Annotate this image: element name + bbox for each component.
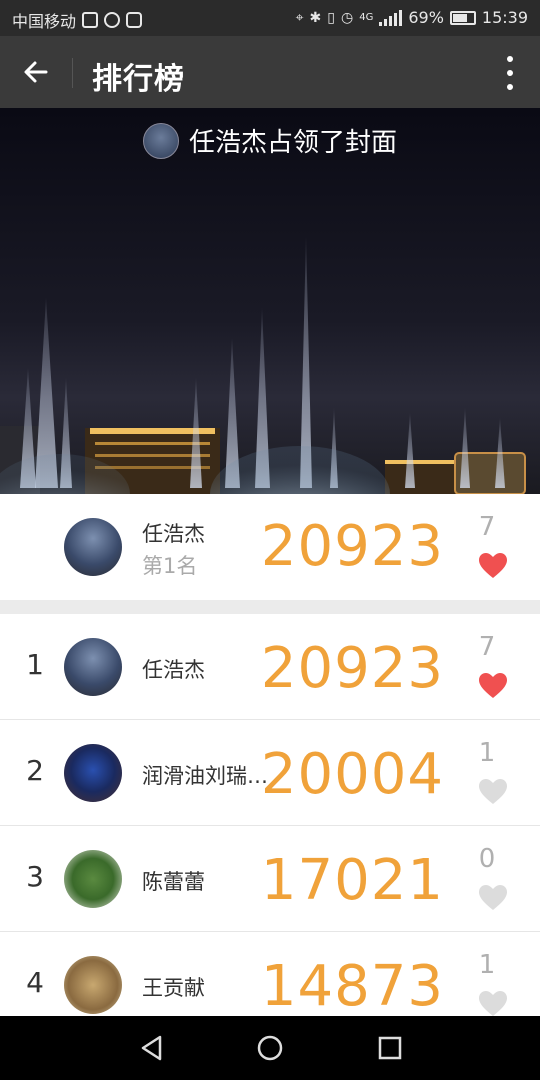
user-name: 任浩杰 (142, 658, 205, 682)
app-icon (126, 12, 143, 28)
step-count: 20004 (260, 742, 444, 807)
avatar (64, 744, 122, 802)
rank-label: 第1名 (142, 554, 198, 578)
more-vertical-icon (507, 56, 513, 62)
status-bar: 中国移动 ⌖ ✱ ▯ ◷ 4G 69% 15:39 (0, 0, 540, 36)
fountain-night-scene (0, 236, 526, 494)
app-header: 排行榜 (0, 36, 540, 108)
my-ranking-card[interactable]: 任浩杰 第1名 20923 7 (0, 494, 540, 600)
clock: 15:39 (481, 8, 528, 27)
network-label: 4G (359, 12, 374, 23)
avatar (64, 956, 122, 1014)
step-count: 20923 (260, 514, 444, 579)
like-count: 7 (478, 512, 496, 542)
step-count: 20923 (260, 636, 444, 701)
nav-recents-icon[interactable] (376, 1034, 404, 1062)
like-count: 1 (478, 950, 496, 980)
vibrate-icon: ▯ (327, 9, 335, 26)
signal-icon (379, 9, 403, 26)
heart-icon[interactable] (478, 552, 508, 580)
rank-number: 4 (26, 966, 44, 999)
cover-caption: 任浩杰占领了封面 (0, 122, 540, 159)
avatar (64, 638, 122, 696)
like-count: 7 (478, 632, 496, 662)
location-icon: ⌖ (295, 9, 304, 26)
step-count: 14873 (260, 954, 444, 1019)
heart-icon[interactable] (478, 672, 508, 700)
carrier-label: 中国移动 (12, 12, 77, 31)
battery-icon (449, 10, 476, 25)
heart-icon[interactable] (478, 778, 508, 806)
arrow-left-icon (24, 61, 48, 83)
cover-image[interactable]: 任浩杰占领了封面 (0, 108, 540, 494)
nav-back-icon[interactable] (138, 1034, 166, 1062)
rank-number: 2 (26, 754, 44, 787)
rank-number: 3 (26, 860, 44, 893)
heart-icon[interactable] (478, 884, 508, 912)
heart-icon[interactable] (478, 990, 508, 1018)
wechat-icon (104, 12, 121, 28)
section-divider (0, 600, 540, 614)
activity-icon (82, 12, 99, 28)
system-nav-bar (0, 1016, 540, 1080)
title-divider (72, 58, 73, 88)
ranking-row[interactable]: 1 任浩杰 20923 7 (0, 614, 540, 720)
rank-number: 1 (26, 648, 44, 681)
user-name: 王贡献 (142, 976, 205, 1000)
like-count: 0 (478, 844, 496, 874)
bluetooth-icon: ✱ (309, 9, 322, 26)
like-count: 1 (478, 738, 496, 768)
user-name: 润滑油刘瑞… (142, 764, 268, 788)
avatar (64, 518, 122, 576)
ranking-row[interactable]: 3 陈蕾蕾 17021 0 (0, 826, 540, 932)
user-name: 陈蕾蕾 (142, 870, 205, 894)
step-count: 17021 (260, 848, 444, 913)
avatar (142, 122, 179, 159)
ranking-row[interactable]: 2 润滑油刘瑞… 20004 1 (0, 720, 540, 826)
nav-home-icon[interactable] (256, 1034, 284, 1062)
cover-caption-text: 任浩杰占领了封面 (188, 128, 397, 158)
alarm-icon: ◷ (340, 9, 354, 26)
page-title: 排行榜 (92, 62, 185, 97)
battery-percent: 69% (408, 8, 444, 27)
avatar (64, 850, 122, 908)
more-button[interactable] (500, 56, 520, 90)
user-name: 任浩杰 (142, 522, 205, 546)
back-button[interactable] (14, 52, 58, 92)
